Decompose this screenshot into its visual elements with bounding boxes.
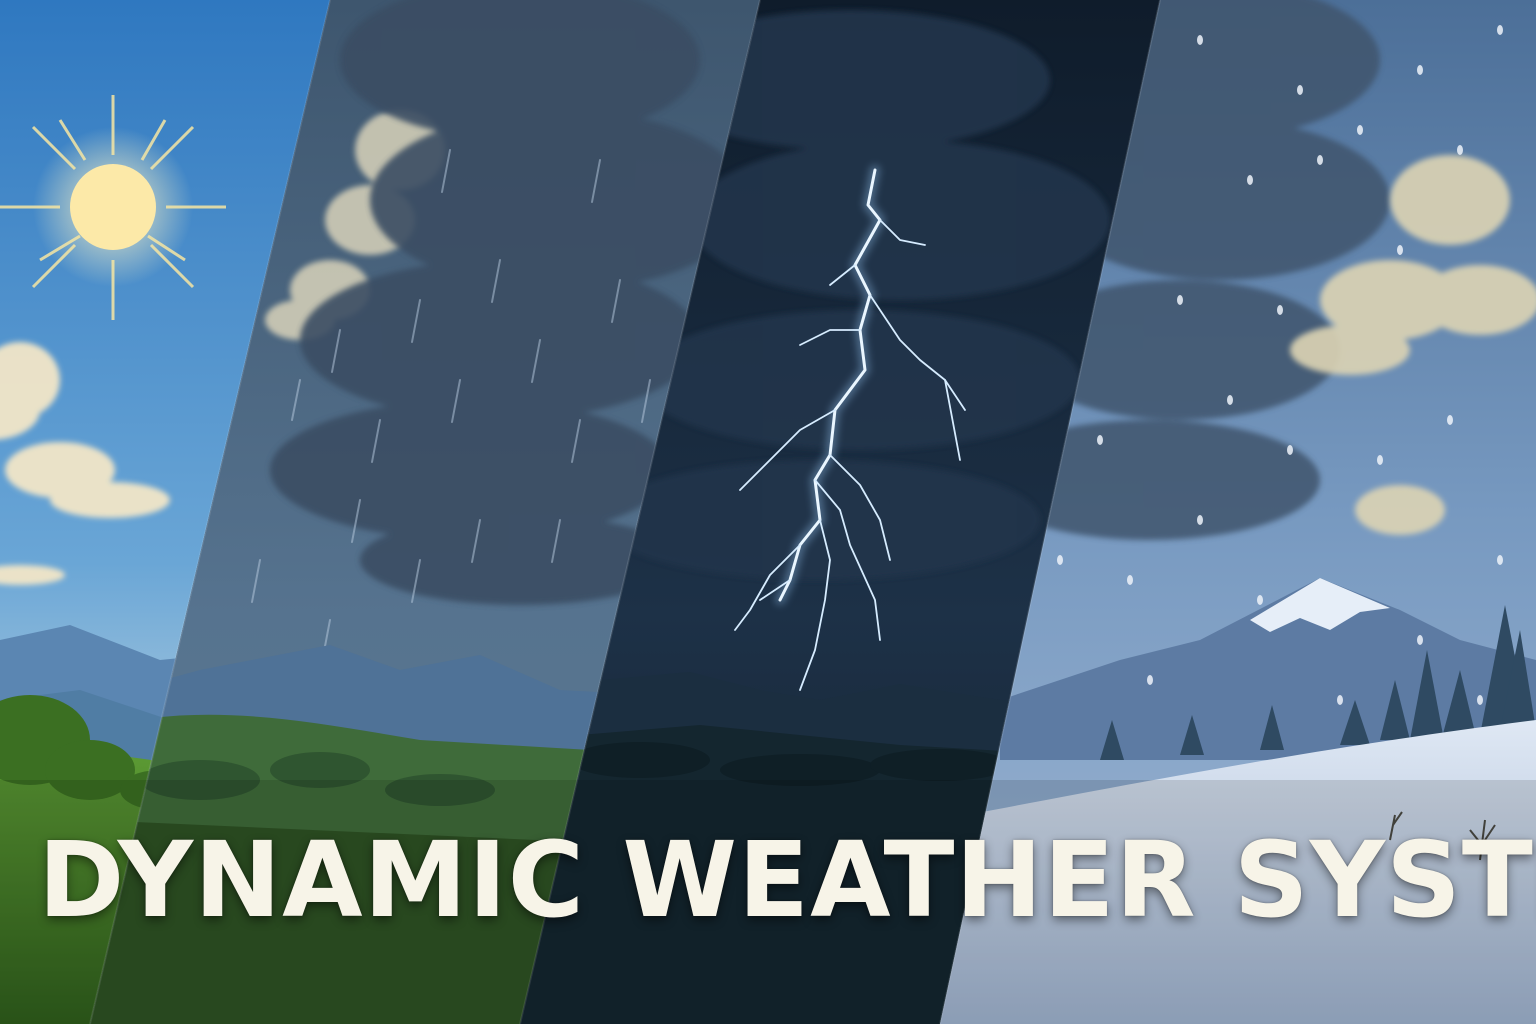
- banner-title: DYNAMIC WEATHER SYSTEM: [38, 819, 1536, 941]
- sun-icon: [0, 95, 226, 320]
- weather-scene: DYNAMIC WEATHER SYSTEM: [0, 0, 1536, 1024]
